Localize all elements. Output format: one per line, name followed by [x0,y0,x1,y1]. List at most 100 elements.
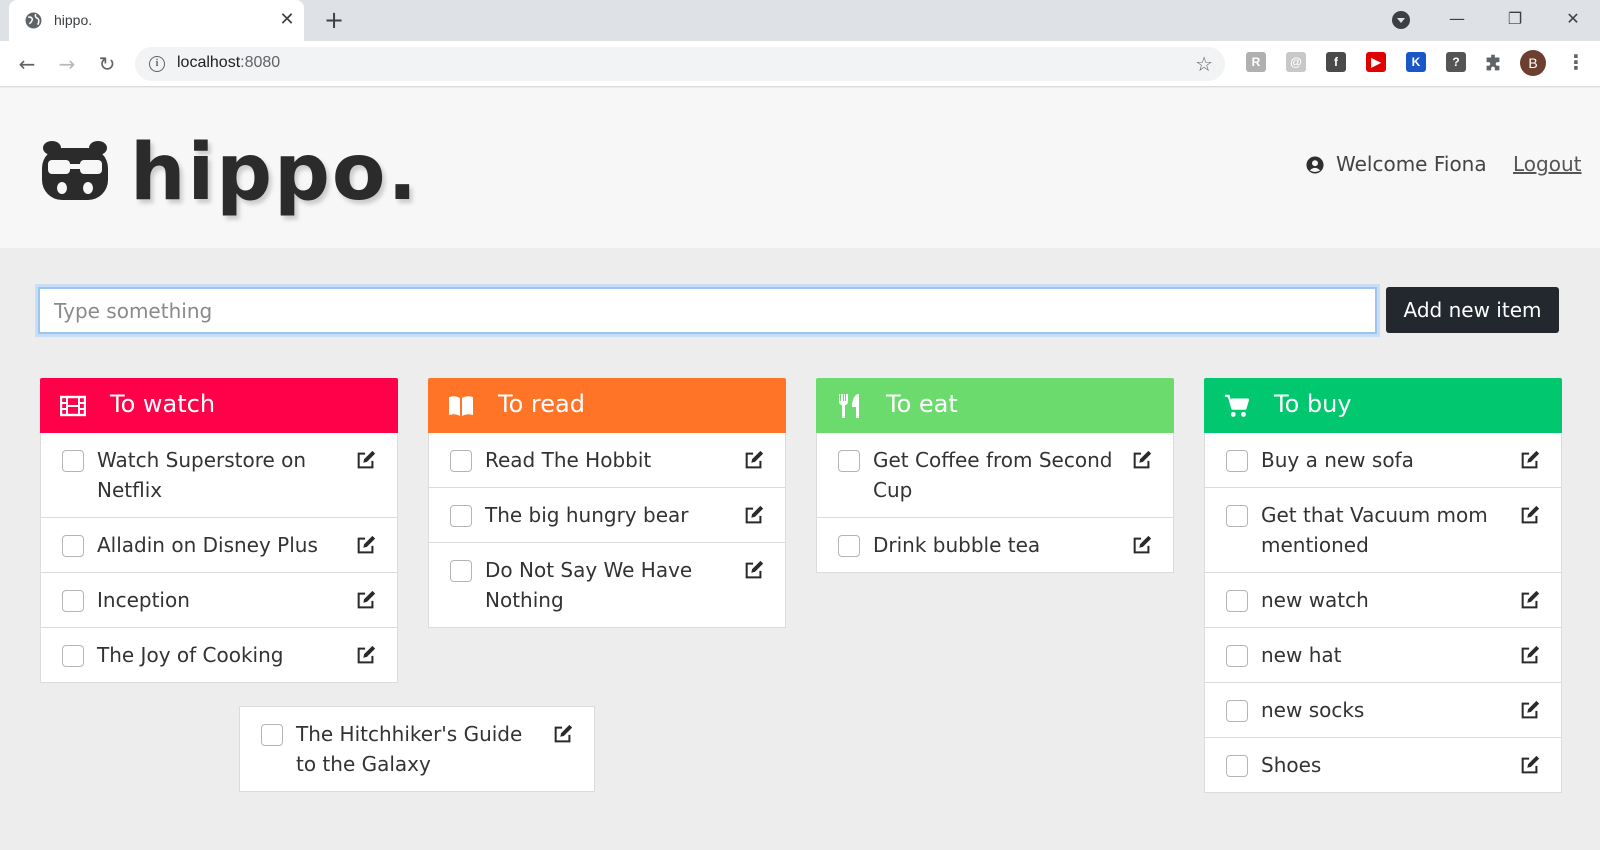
list-item[interactable]: Drink bubble tea [816,518,1174,573]
edit-icon[interactable] [1519,699,1541,721]
list-item[interactable]: new socks [1204,683,1562,738]
add-new-item-button[interactable]: Add new item [1386,287,1559,333]
list-item[interactable]: Buy a new sofa [1204,433,1562,488]
new-item-input[interactable] [38,287,1377,334]
item-checkbox[interactable] [838,535,860,557]
item-checkbox[interactable] [62,645,84,667]
item-checkbox[interactable] [62,535,84,557]
item-text: new socks [1261,698,1365,722]
column-title: To buy [1274,390,1352,418]
forward-button[interactable]: → [53,50,81,78]
column-header: To eat [816,378,1174,433]
youtube-extension-icon[interactable]: ▶ [1366,52,1386,72]
logout-link[interactable]: Logout [1513,152,1581,176]
edit-icon[interactable] [1519,754,1541,776]
welcome-text: Welcome Fiona [1336,152,1487,176]
column-header: To buy [1204,378,1562,433]
item-text: new hat [1261,643,1342,667]
list-item[interactable]: Get that Vacuum mom mentioned [1204,488,1562,573]
hippo-logo: hippo. [40,128,420,218]
item-checkbox[interactable] [450,560,472,582]
utensils-icon [836,393,862,419]
edit-icon[interactable] [743,449,765,471]
item-checkbox[interactable] [1226,700,1248,722]
item-checkbox[interactable] [450,505,472,527]
edit-icon[interactable] [355,534,377,556]
edit-icon[interactable] [1519,449,1541,471]
extension-1-icon[interactable]: R [1246,52,1266,72]
new-tab-button[interactable]: + [320,7,348,35]
bookmark-star-icon[interactable]: ☆ [1195,52,1213,76]
item-checkbox[interactable] [1226,755,1248,777]
item-text: Watch Superstore on Netflix [97,448,307,502]
minimize-button[interactable]: — [1434,0,1480,41]
item-checkbox[interactable] [1226,505,1248,527]
address-bar[interactable]: i localhost:8080 ☆ [135,47,1225,81]
item-checkbox[interactable] [838,450,860,472]
list-item[interactable]: Watch Superstore on Netflix [40,433,398,518]
item-checkbox[interactable] [1226,590,1248,612]
globe-icon [25,12,42,29]
item-checkbox[interactable] [62,590,84,612]
hippo-logo-icon [42,141,108,200]
reload-button[interactable]: ↻ [93,50,121,78]
item-text: Get Coffee from Second Cup [873,448,1113,502]
list-item[interactable]: The Joy of Cooking [40,628,398,683]
edit-icon[interactable] [1519,644,1541,666]
list-column-to-watch: To watch Watch Superstore on Netflix Allad… [40,378,398,683]
edit-icon[interactable] [552,723,574,745]
close-tab-icon[interactable]: ✕ [277,10,297,30]
tab-title: hippo. [54,12,93,28]
list-item[interactable]: new watch [1204,573,1562,628]
list-item[interactable]: Read The Hobbit [428,433,786,488]
tab-search-icon[interactable] [1392,11,1410,29]
profile-avatar[interactable]: B [1520,50,1546,76]
column-title: To watch [110,390,216,418]
user-circle-icon [1306,156,1324,174]
item-checkbox[interactable] [1226,450,1248,472]
item-checkbox[interactable] [62,450,84,472]
cart-icon [1224,393,1250,419]
url-text: localhost:8080 [177,54,281,71]
k-extension-icon[interactable]: K [1406,52,1426,72]
edit-icon[interactable] [355,644,377,666]
edit-icon[interactable] [1519,504,1541,526]
extension-2-icon[interactable]: @ [1286,52,1306,72]
list-column-to-buy: To buy Buy a new sofa Get that Vacuum mom … [1204,378,1562,793]
browser-tab[interactable]: hippo. ✕ [9,0,304,41]
browser-menu-icon[interactable]: ⋮ [1566,52,1586,74]
help-extension-icon[interactable]: ? [1446,52,1466,72]
edit-icon[interactable] [1131,534,1153,556]
list-item[interactable]: Shoes [1204,738,1562,793]
list-item[interactable]: new hat [1204,628,1562,683]
edit-icon[interactable] [1131,449,1153,471]
list-item[interactable]: The big hungry bear [428,488,786,543]
item-text: Do Not Say We Have Nothing [485,558,693,612]
item-checkbox[interactable] [450,450,472,472]
info-icon[interactable]: i [149,56,165,72]
film-icon [59,393,87,419]
item-text: Drink bubble tea [873,533,1041,557]
dragging-list-item[interactable]: The Hitchhiker's Guide to the Galaxy [239,706,595,792]
restore-button[interactable]: ❐ [1492,0,1538,41]
item-checkbox[interactable] [261,724,283,746]
edit-icon[interactable] [355,449,377,471]
list-item[interactable]: Alladin on Disney Plus [40,518,398,573]
close-window-button[interactable]: ✕ [1550,0,1596,41]
tab-strip: hippo. ✕ + — ❐ ✕ [0,0,1600,41]
list-item[interactable]: Inception [40,573,398,628]
item-text: Buy a new sofa [1261,448,1414,472]
logo-text: hippo. [130,128,420,218]
app-header: hippo. Welcome Fiona Logout [0,88,1600,248]
back-button[interactable]: ← [13,50,41,78]
facebook-extension-icon[interactable]: f [1326,52,1346,72]
list-item[interactable]: Do Not Say We Have Nothing [428,543,786,628]
edit-icon[interactable] [743,504,765,526]
edit-icon[interactable] [1519,589,1541,611]
edit-icon[interactable] [743,559,765,581]
column-title: To eat [886,390,958,418]
edit-icon[interactable] [355,589,377,611]
item-checkbox[interactable] [1226,645,1248,667]
list-item[interactable]: Get Coffee from Second Cup [816,433,1174,518]
extensions-puzzle-icon[interactable] [1482,52,1504,74]
